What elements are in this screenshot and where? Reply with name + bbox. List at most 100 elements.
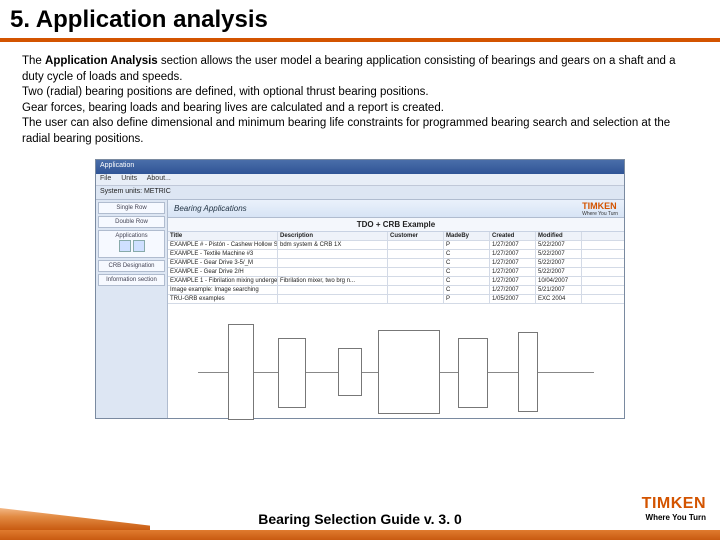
table-cell: [388, 259, 444, 267]
table-cell: [388, 250, 444, 258]
shaft-component: [518, 332, 538, 412]
table-cell: P: [444, 241, 490, 249]
app-toolbar: System units: METRIC: [96, 186, 624, 200]
paragraph-4: The user can also define dimensional and…: [22, 116, 698, 147]
app-icon: [119, 240, 131, 252]
app-icon: [133, 240, 145, 252]
content-header: Bearing Applications TIMKEN Where You Tu…: [168, 200, 624, 218]
menu-units[interactable]: Units: [121, 175, 137, 182]
app-main: Single Row Double Row Applications CRB D…: [96, 200, 624, 418]
sidebar-item-applications[interactable]: Applications: [98, 230, 165, 258]
table-cell: EXAMPLE - Textile Machine #3: [168, 250, 278, 258]
paragraph-1: The Application Analysis section allows …: [22, 54, 698, 85]
table-row[interactable]: EXAMPLE - Gear Drive 3-5/_M C1/27/20075/2…: [168, 259, 624, 268]
grid-header-row: Title Description Customer MadeBy Create…: [168, 232, 624, 241]
table-cell: 5/22/2007: [536, 259, 582, 267]
table-cell: [388, 286, 444, 294]
table-cell: [278, 295, 388, 303]
table-cell: C: [444, 277, 490, 285]
table-cell: C: [444, 250, 490, 258]
sidebar-item-label: Double Row: [115, 219, 148, 225]
table-cell: [278, 286, 388, 294]
table-cell: 10/04/2007: [536, 277, 582, 285]
table-cell: C: [444, 259, 490, 267]
menu-file[interactable]: File: [100, 175, 111, 182]
content-subheader: TDO + CRB Example: [168, 218, 624, 232]
table-cell: 1/05/2007: [490, 295, 536, 303]
slide-body: The Application Analysis section allows …: [0, 42, 720, 155]
table-cell: 1/27/2007: [490, 250, 536, 258]
table-cell: bdm system & CRB 1X: [278, 241, 388, 249]
table-row[interactable]: EXAMPLE - Textile Machine #3 C1/27/20075/…: [168, 250, 624, 259]
sidebar-item-single-row[interactable]: Single Row: [98, 202, 165, 214]
col-title: Title: [168, 232, 278, 240]
app-menubar: File Units About...: [96, 174, 624, 186]
table-cell: [388, 268, 444, 276]
shaft-segment: [338, 348, 362, 396]
slide-title: 5. Application analysis: [10, 6, 710, 34]
col-created: Created: [490, 232, 536, 240]
sidebar-item-label: Single Row: [116, 205, 146, 211]
app-sidebar: Single Row Double Row Applications CRB D…: [96, 200, 168, 418]
table-cell: C: [444, 268, 490, 276]
table-cell: P: [444, 295, 490, 303]
menu-about[interactable]: About...: [147, 175, 171, 182]
table-cell: 5/22/2007: [536, 241, 582, 249]
paragraph-3: Gear forces, bearing loads and bearing l…: [22, 101, 698, 117]
paragraph-2: Two (radial) bearing positions are defin…: [22, 85, 698, 101]
table-cell: [278, 250, 388, 258]
brand-mini-text: TIMKEN: [582, 201, 617, 211]
sidebar-item-label: CRB Designation: [108, 263, 154, 269]
p1-prefix: The: [22, 55, 45, 67]
table-row[interactable]: EXAMPLE - Gear Drive 2/H C1/27/20075/22/2…: [168, 268, 624, 277]
table-cell: EXAMPLE 1 - Fibrilation mixing undergear…: [168, 277, 278, 285]
table-cell: 1/27/2007: [490, 277, 536, 285]
slide-footer: TIMKEN Where You Turn Bearing Selection …: [0, 490, 720, 540]
table-row[interactable]: Image example: Image searching C1/27/2007…: [168, 286, 624, 295]
sidebar-item-double-row[interactable]: Double Row: [98, 216, 165, 228]
table-row[interactable]: EXAMPLE 1 - Fibrilation mixing undergear…: [168, 277, 624, 286]
table-cell: [278, 259, 388, 267]
table-row[interactable]: EXAMPLE # - Pistón - Cashew Hollow Shaft…: [168, 241, 624, 250]
slide-title-bar: 5. Application analysis: [0, 0, 720, 42]
app-titlebar: Application: [96, 160, 624, 174]
shaft-gear: [228, 324, 254, 420]
table-cell: [388, 295, 444, 303]
table-cell: EXAMPLE # - Pistón - Cashew Hollow Shaft: [168, 241, 278, 249]
table-cell: 5/22/2007: [536, 250, 582, 258]
table-cell: EXAMPLE - Gear Drive 3-5/_M: [168, 259, 278, 267]
col-madeby: MadeBy: [444, 232, 490, 240]
brand-mini: TIMKEN Where You Turn: [582, 201, 618, 217]
footer-accent-bar: [0, 530, 720, 540]
embedded-app-screenshot: Application File Units About... System u…: [95, 159, 625, 419]
table-cell: TRU-GRB examples: [168, 295, 278, 303]
brand-mini-tagline: Where You Turn: [582, 211, 618, 217]
table-cell: Fibrilation mixer, two brg n...: [278, 277, 388, 285]
sidebar-item-crb[interactable]: CRB Designation: [98, 260, 165, 272]
shaft-bearing: [458, 338, 488, 408]
table-cell: EXAMPLE - Gear Drive 2/H: [168, 268, 278, 276]
table-cell: 1/27/2007: [490, 259, 536, 267]
content-header-title: Bearing Applications: [174, 204, 247, 213]
table-cell: 5/21/2007: [536, 286, 582, 294]
app-content: Bearing Applications TIMKEN Where You Tu…: [168, 200, 624, 418]
table-row[interactable]: TRU-GRB examples P1/05/2007EXC 2004: [168, 295, 624, 304]
table-cell: Image example: Image searching: [168, 286, 278, 294]
col-customer: Customer: [388, 232, 444, 240]
table-cell: [388, 277, 444, 285]
col-desc: Description: [278, 232, 388, 240]
table-cell: 1/27/2007: [490, 241, 536, 249]
table-cell: 1/27/2007: [490, 286, 536, 294]
table-cell: C: [444, 286, 490, 294]
shaft-diagram: [168, 304, 624, 418]
sidebar-info-section: Information section: [98, 274, 165, 286]
shaft-gear: [378, 330, 440, 414]
table-cell: 1/27/2007: [490, 268, 536, 276]
table-cell: EXC 2004: [536, 295, 582, 303]
shaft-bearing: [278, 338, 306, 408]
table-cell: 5/22/2007: [536, 268, 582, 276]
col-modified: Modified: [536, 232, 582, 240]
grid-body: EXAMPLE # - Pistón - Cashew Hollow Shaft…: [168, 241, 624, 304]
sidebar-item-label: Applications: [115, 233, 147, 239]
table-cell: [278, 268, 388, 276]
